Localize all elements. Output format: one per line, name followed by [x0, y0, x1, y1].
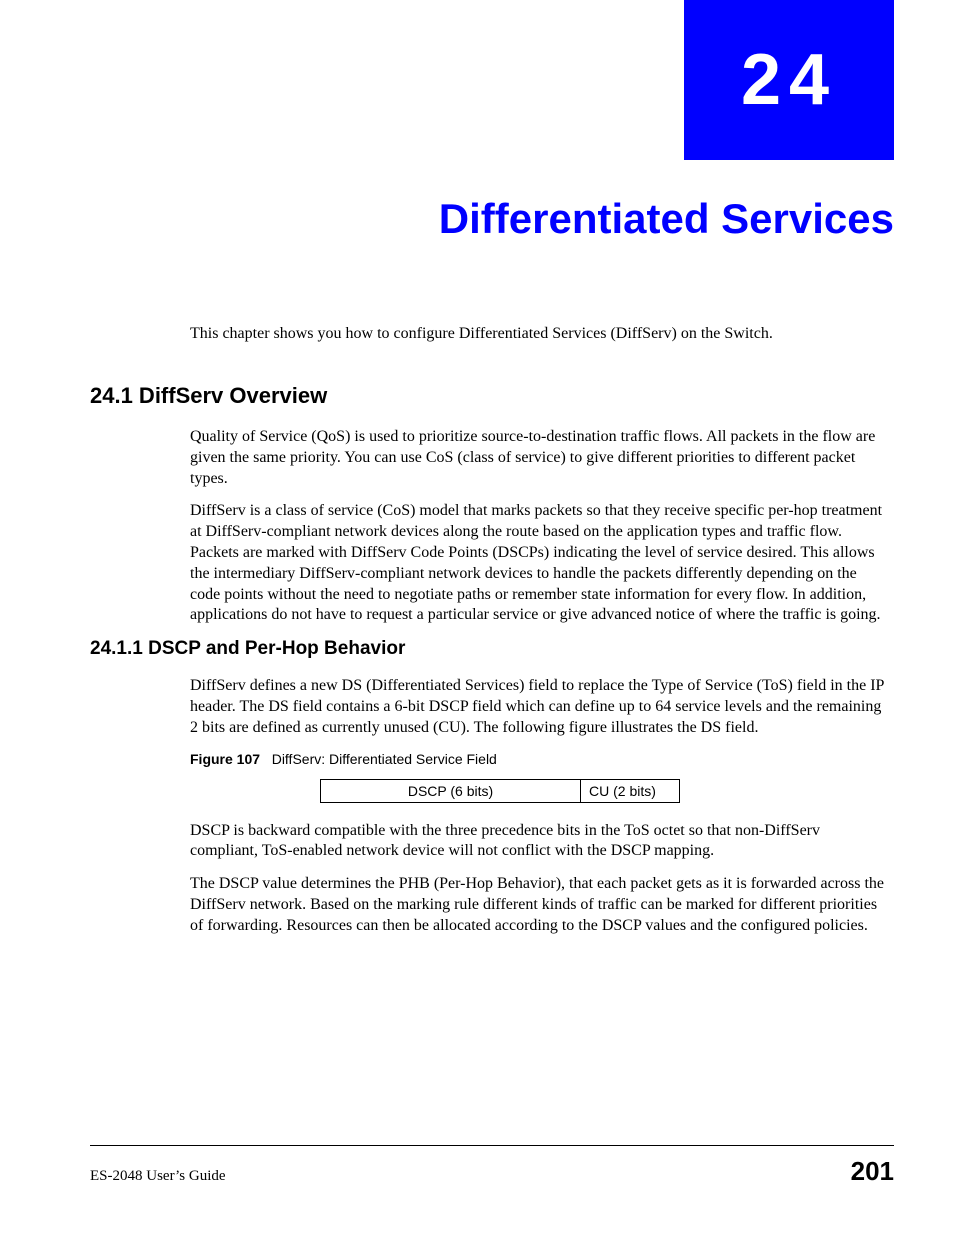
body-paragraph: DiffServ defines a new DS (Differentiate… [190, 676, 890, 738]
figure-caption-text: DiffServ: Differentiated Service Field [272, 751, 497, 767]
ds-field-dscp: DSCP (6 bits) [320, 779, 580, 803]
section-heading-24-1-1: 24.1.1 DSCP and Per-Hop Behavior [90, 638, 890, 660]
page-footer: ES-2048 User’s Guide 201 [90, 1145, 894, 1187]
chapter-number: 24 [741, 39, 837, 121]
ds-field-figure: DSCP (6 bits) CU (2 bits) [320, 779, 890, 803]
chapter-intro: This chapter shows you how to configure … [190, 325, 890, 343]
body-paragraph: The DSCP value determines the PHB (Per-H… [190, 874, 890, 936]
page-content: This chapter shows you how to configure … [190, 310, 890, 949]
chapter-title: Differentiated Services [439, 195, 894, 243]
footer-page-number: 201 [851, 1156, 894, 1187]
section-heading-24-1: 24.1 DiffServ Overview [90, 383, 890, 409]
body-paragraph: DiffServ is a class of service (CoS) mod… [190, 501, 890, 626]
chapter-number-box: 24 [684, 0, 894, 160]
body-paragraph: Quality of Service (QoS) is used to prio… [190, 427, 890, 489]
footer-guide-name: ES-2048 User’s Guide [90, 1168, 226, 1185]
figure-caption: Figure 107 DiffServ: Differentiated Serv… [190, 751, 890, 767]
figure-label: Figure 107 [190, 751, 260, 767]
ds-field-cu: CU (2 bits) [580, 779, 680, 803]
body-paragraph: DSCP is backward compatible with the thr… [190, 821, 890, 863]
